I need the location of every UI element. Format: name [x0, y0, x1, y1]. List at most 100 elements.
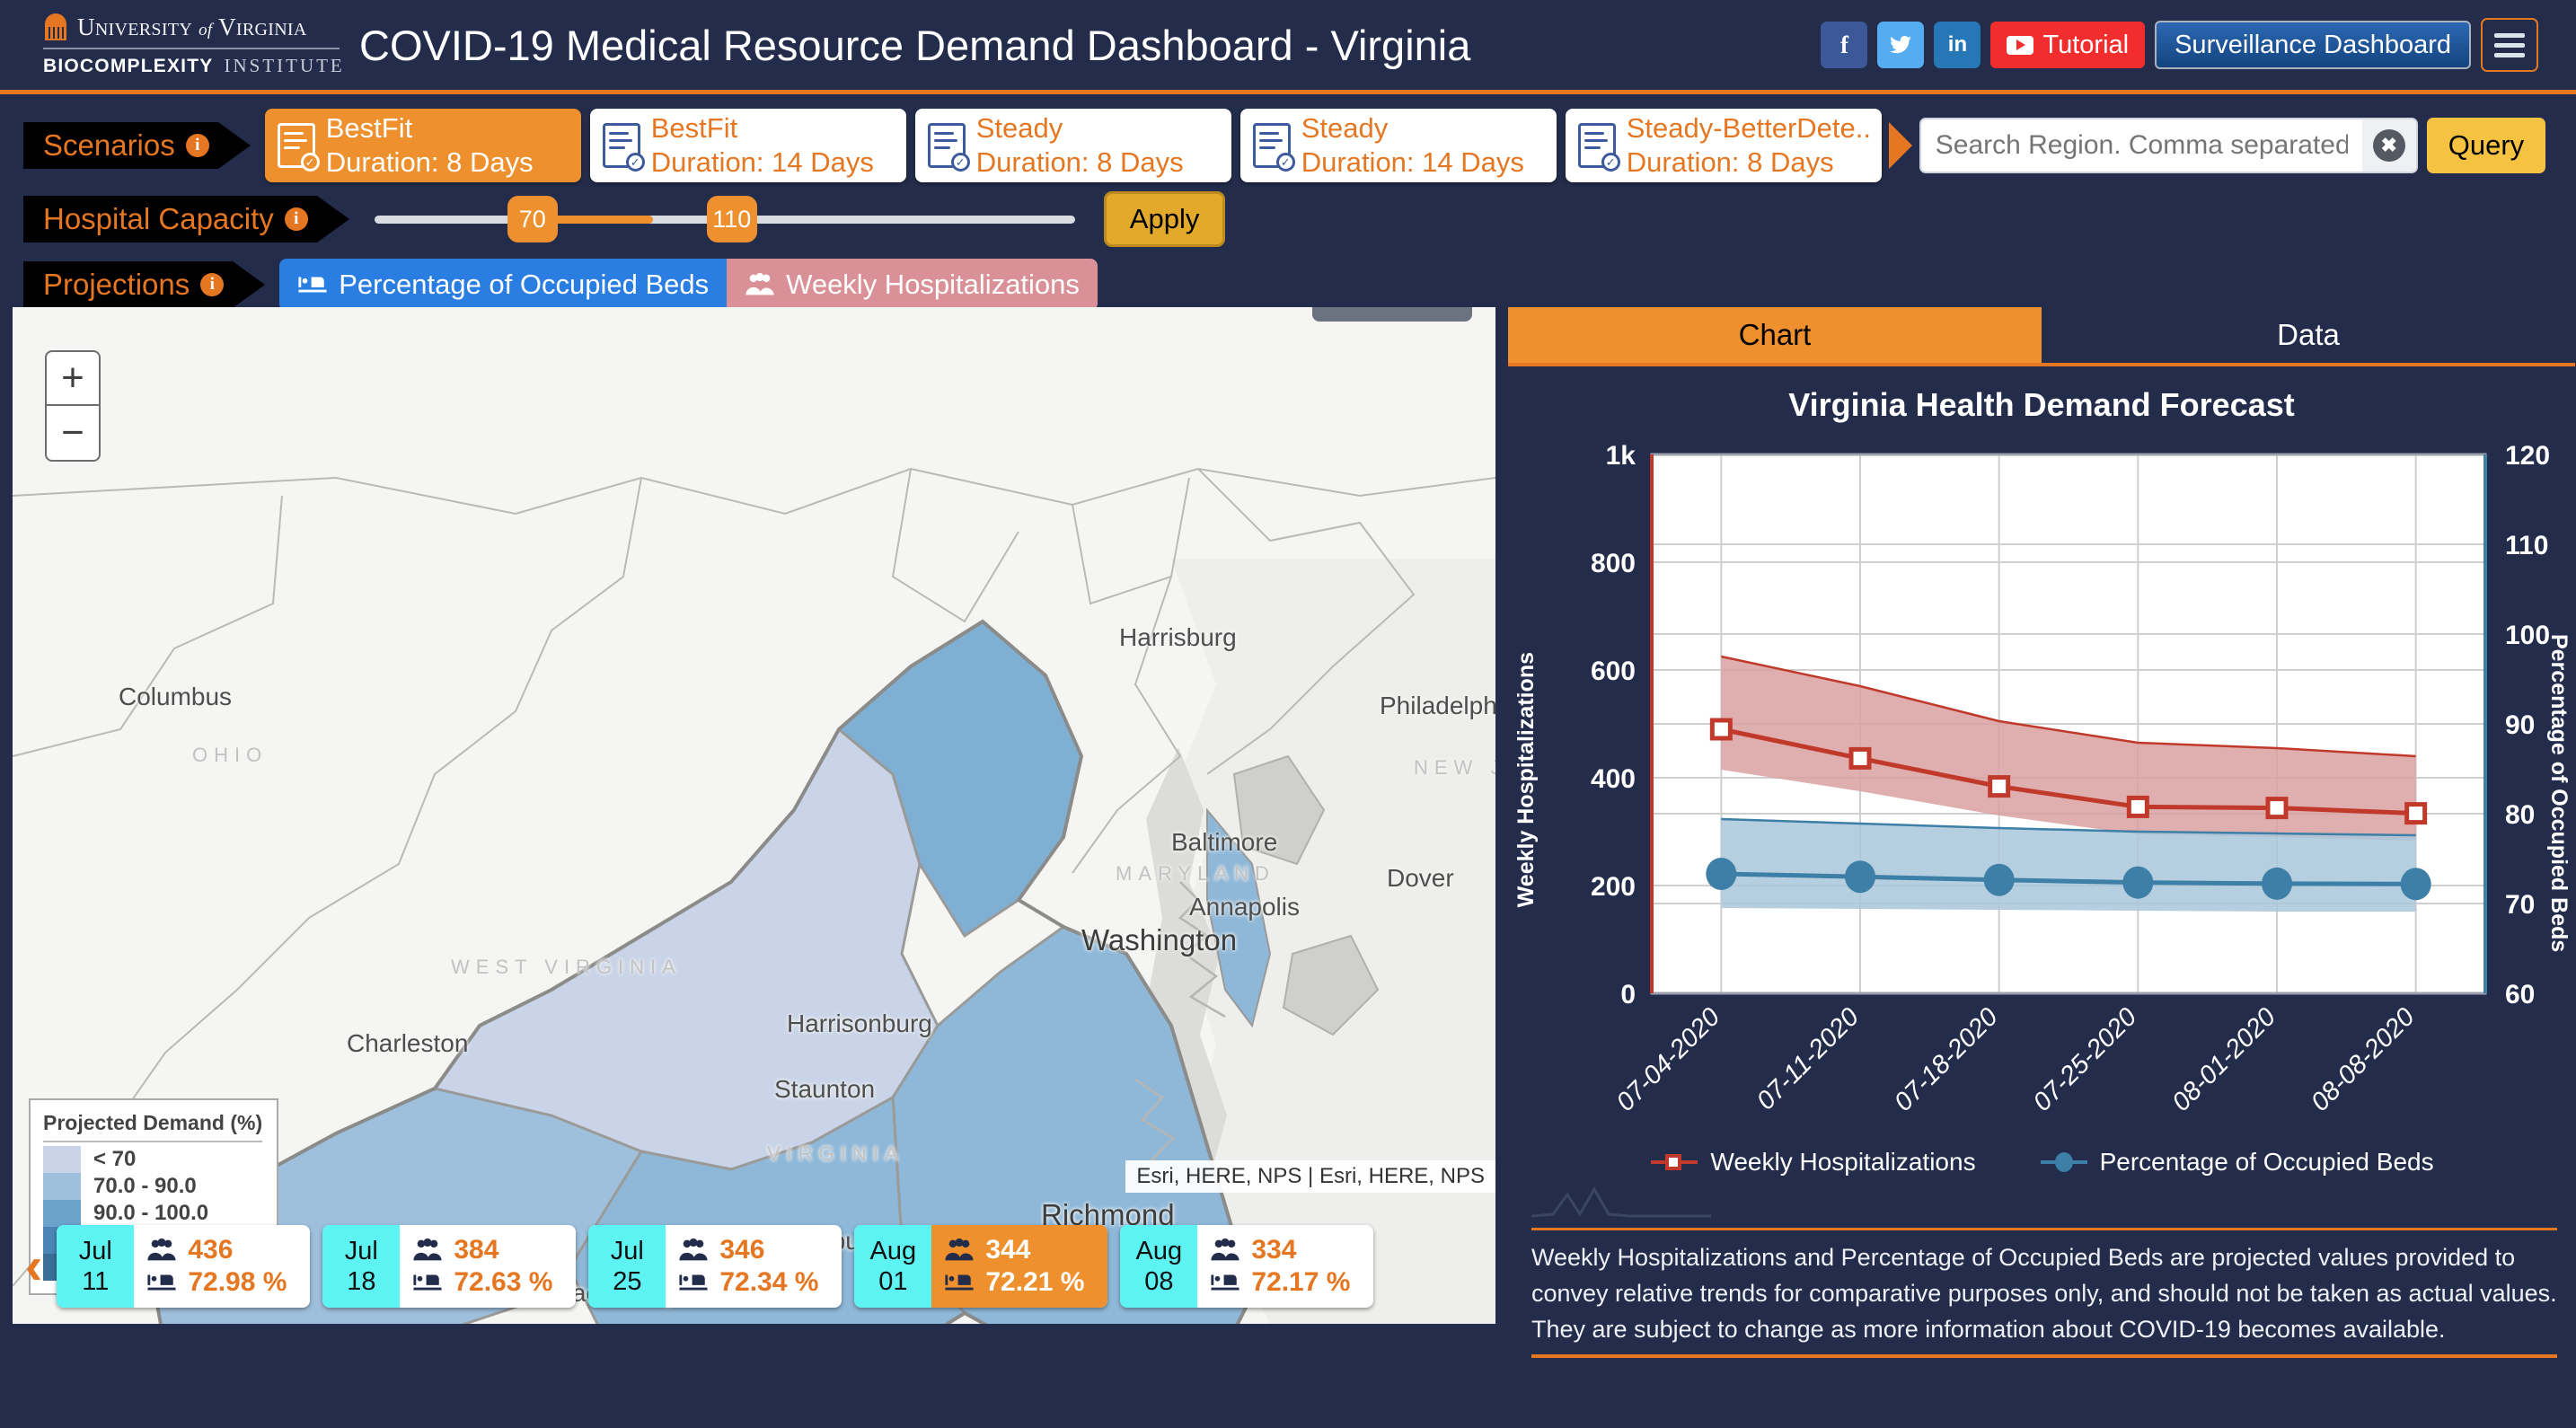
info-icon[interactable]: i [284, 207, 308, 231]
timeline-card[interactable]: Jul 25 346 72.34 % [588, 1225, 842, 1308]
chart-data-point[interactable] [2400, 868, 2431, 901]
logo-divider [43, 47, 340, 49]
right-panel: Chart Data Virginia Health Demand Foreca… [1508, 307, 2575, 1358]
legend-swatch [43, 1173, 81, 1200]
toggle-weekly-hospitalizations[interactable]: Weekly Hospitalizations [727, 259, 1098, 311]
slider-max-handle[interactable]: 110 [706, 196, 757, 242]
scenario-card[interactable]: ✓ BestFit Duration: 8 Days [264, 109, 581, 182]
scenario-name: Steady [1301, 112, 1389, 144]
linkedin-icon[interactable]: in [1934, 22, 1981, 68]
clear-search-button[interactable]: ✖ [2361, 119, 2416, 172]
scenario-card[interactable]: ✓ BestFit Duration: 14 Days [589, 109, 906, 182]
timeline-day: 18 [347, 1267, 376, 1296]
scenario-next-chevron-icon[interactable] [1888, 122, 1912, 169]
chart-data-point[interactable] [1988, 775, 2011, 798]
facebook-icon[interactable]: f [1821, 22, 1868, 68]
info-icon[interactable]: i [185, 134, 209, 157]
youtube-icon [2007, 35, 2034, 55]
disclaimer-text: Weekly Hospitalizations and Percentage o… [1531, 1244, 2557, 1343]
timeline-day: 11 [82, 1267, 110, 1296]
panel-tabs: Chart Data [1508, 307, 2575, 366]
bed-icon [679, 1274, 708, 1291]
logo-institute-light: INSTITUTE [224, 54, 345, 76]
logo-university-text: UNIVERSITY of VIRGINIA [77, 13, 307, 40]
legend-percentage-occupied-beds[interactable]: Percentage of Occupied Beds [2039, 1148, 2434, 1177]
zoom-out-button[interactable]: − [47, 406, 99, 460]
disclaimer-block: Weekly Hospitalizations and Percentage o… [1531, 1184, 2557, 1358]
bed-icon [945, 1274, 974, 1291]
y-axis-right-tick: 100 [2505, 621, 2550, 650]
map-place-label: Washington [1081, 923, 1238, 956]
map-place-label: WEST VIRGINIA [451, 956, 682, 978]
rotunda-icon [43, 13, 68, 40]
chart-data-point[interactable] [1983, 863, 2015, 896]
map-place-label: Staunton [774, 1075, 876, 1103]
timeline-beds-row: 72.21 % [944, 1267, 1091, 1298]
chart-data-point[interactable] [2404, 802, 2428, 825]
timeline-hosp-value: 344 [985, 1235, 1031, 1265]
region-search[interactable]: ✖ [1919, 118, 2418, 173]
apply-button[interactable]: Apply [1103, 191, 1226, 247]
timeline-hosp-row: 334 [1210, 1235, 1357, 1265]
chart-data-point[interactable] [2126, 795, 2149, 818]
map-place-label: MARYLAND [1116, 862, 1275, 885]
timeline-hosp-row: 436 [146, 1235, 294, 1265]
legend-weekly-hospitalizations[interactable]: Weekly Hospitalizations [1649, 1148, 1976, 1177]
map-place-label: Harrisonburg [787, 1009, 932, 1037]
map-panel[interactable]: + − Columbus OHIO Harrisburg Philadelphia NE… [13, 307, 1495, 1324]
map-place-label: Baltimore [1171, 828, 1278, 856]
chart-data-point[interactable] [2262, 867, 2292, 900]
chart-data-point[interactable] [1848, 746, 1872, 770]
slider-min-handle[interactable]: 70 [507, 196, 558, 242]
page-title: COVID-19 Medical Resource Demand Dashboa… [359, 21, 1471, 69]
legend-title: Projected Demand (%) [43, 1111, 263, 1142]
legend-label: 70.0 - 90.0 [93, 1174, 197, 1198]
tab-data[interactable]: Data [2042, 307, 2575, 363]
search-input[interactable] [1920, 119, 2362, 172]
legend-label: < 70 [93, 1147, 137, 1171]
map-reset-button[interactable]: Reset [1311, 307, 1472, 322]
zoom-in-button[interactable]: + [47, 352, 99, 406]
scenario-card[interactable]: ✓ Steady-BetterDete... Duration: 8 Days [1565, 109, 1882, 182]
legend-label-hosp: Weekly Hospitalizations [1710, 1148, 1976, 1176]
timeline-prev-arrow-icon[interactable]: ‹ [25, 1240, 42, 1292]
y-axis-left-tick: 1k [1606, 441, 1636, 471]
scenario-card[interactable]: ✓ Steady Duration: 8 Days [914, 109, 1231, 182]
tutorial-button[interactable]: Tutorial [1990, 22, 2146, 68]
y-axis-right-tick: 70 [2505, 890, 2535, 920]
info-icon[interactable]: i [200, 273, 225, 296]
legend-label-beds: Percentage of Occupied Beds [2099, 1148, 2434, 1176]
map-attribution: Esri, HERE, NPS | Esri, HERE, NPS [1125, 1160, 1495, 1193]
hamburger-menu-icon[interactable] [2481, 18, 2538, 72]
query-button[interactable]: Query [2426, 118, 2546, 173]
capacity-range-slider[interactable]: 70 110 [374, 190, 1075, 248]
main-content: + − Columbus OHIO Harrisburg Philadelphia NE… [0, 307, 2576, 1358]
timeline-hosp-value: 436 [188, 1235, 234, 1265]
document-check-icon: ✓ [602, 123, 645, 172]
people-icon [413, 1238, 442, 1261]
timeline-date: Aug 08 [1120, 1225, 1198, 1308]
scenario-duration: Duration: 8 Days [1626, 146, 1834, 178]
map-zoom-controls[interactable]: + − [45, 350, 101, 462]
y-axis-left-title: Weekly Hospitalizations [1513, 652, 1539, 908]
chart-data-point[interactable] [1706, 858, 1737, 890]
surveillance-dashboard-button[interactable]: Surveillance Dashboard [2155, 21, 2471, 69]
tutorial-label: Tutorial [2042, 30, 2130, 59]
scenario-card[interactable]: ✓ Steady Duration: 14 Days [1239, 109, 1557, 182]
timeline-card[interactable]: Aug 01 344 72.21 % [854, 1225, 1108, 1308]
timeline-card[interactable]: Jul 18 384 72.63 % [322, 1225, 577, 1308]
document-check-icon: ✓ [927, 123, 970, 172]
timeline-beds-value: 72.17 % [1251, 1267, 1351, 1297]
chart-data-point[interactable] [2122, 866, 2154, 899]
chart-data-point[interactable] [1709, 718, 1733, 741]
twitter-icon[interactable] [1877, 22, 1925, 68]
tab-chart[interactable]: Chart [1508, 307, 2042, 363]
timeline-beds-value: 72.34 % [719, 1267, 819, 1297]
forecast-chart[interactable]: Weekly Hospitalizations Percentage of Oc… [1508, 436, 2575, 1146]
chart-data-point[interactable] [2265, 797, 2289, 820]
chart-data-point[interactable] [1845, 860, 1875, 894]
toggle-percentage-occupied-beds[interactable]: Percentage of Occupied Beds [279, 259, 728, 311]
map-place-label: Columbus [119, 683, 233, 710]
timeline-card[interactable]: Aug 08 334 72.17 % [1120, 1225, 1374, 1308]
timeline-card[interactable]: Jul 11 436 72.98 % [57, 1225, 311, 1308]
